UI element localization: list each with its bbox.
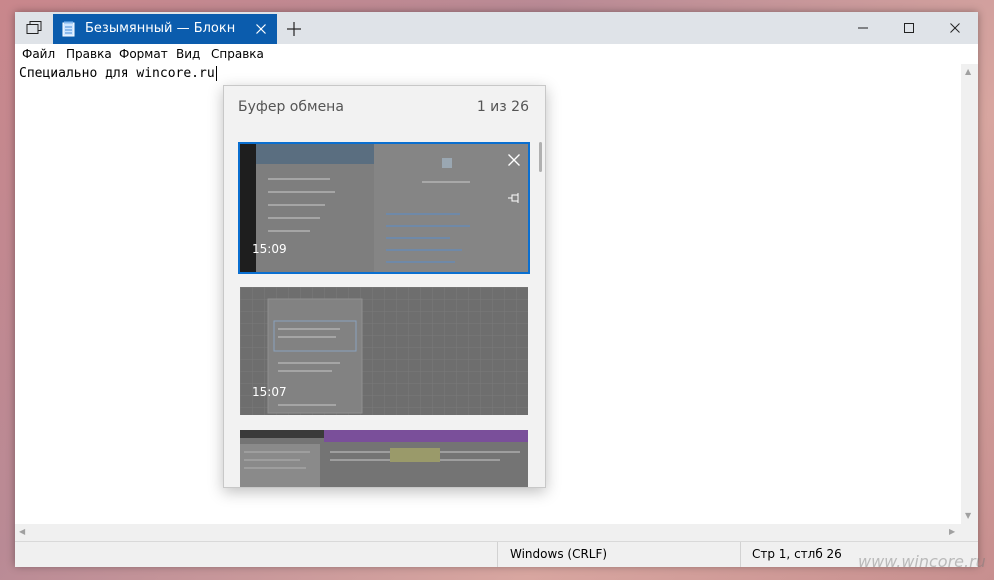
menu-file[interactable]: Файл xyxy=(22,47,55,61)
clipboard-thumbnail xyxy=(240,430,528,487)
editor-text: Специально для wincore.ru xyxy=(19,66,215,81)
clipboard-count: 1 из 26 xyxy=(476,99,529,115)
status-divider xyxy=(497,542,498,567)
scroll-up-icon[interactable]: ▲ xyxy=(965,68,971,76)
vertical-scrollbar[interactable]: ▲ ▼ xyxy=(961,64,978,524)
menu-format[interactable]: Формат xyxy=(119,47,168,61)
close-icon xyxy=(508,154,520,166)
scroll-corner xyxy=(961,524,978,541)
menu-help[interactable]: Справка xyxy=(211,47,264,61)
scroll-left-icon[interactable]: ◀ xyxy=(19,528,25,536)
notepad-icon xyxy=(62,21,76,41)
scroll-right-icon[interactable]: ▶ xyxy=(949,528,955,536)
clipboard-item[interactable]: 15:07 xyxy=(240,287,528,415)
plus-icon xyxy=(287,22,301,36)
menu-edit[interactable]: Правка xyxy=(66,47,112,61)
tab-notepad[interactable]: Безымянный — Блокн xyxy=(53,14,277,44)
text-caret xyxy=(215,66,217,81)
close-icon xyxy=(256,24,266,34)
task-view-icon xyxy=(26,21,42,34)
editor-content: Специально для wincore.ru xyxy=(19,66,217,81)
clipboard-title: Буфер обмена xyxy=(238,99,344,115)
tab-close-button[interactable] xyxy=(253,21,269,37)
maximize-icon xyxy=(904,23,914,33)
clipboard-scrollbar-thumb[interactable] xyxy=(539,142,542,172)
close-icon xyxy=(950,23,960,33)
new-tab-button[interactable] xyxy=(281,16,307,42)
clipboard-item[interactable]: 15:09 xyxy=(238,142,530,274)
maximize-button[interactable] xyxy=(886,12,932,44)
watermark: www.wincore.ru xyxy=(858,552,986,571)
clipboard-item-delete-button[interactable] xyxy=(506,152,522,168)
clipboard-item[interactable] xyxy=(240,430,528,487)
menu-bar: Файл Правка Формат Вид Справка xyxy=(15,44,978,64)
status-divider xyxy=(740,542,741,567)
horizontal-scrollbar[interactable]: ◀ ▶ xyxy=(15,524,961,541)
pin-icon[interactable] xyxy=(508,188,520,207)
clipboard-item-time: 15:09 xyxy=(252,242,287,256)
tab-title: Безымянный — Блокн xyxy=(85,21,236,36)
clipboard-history-panel: Буфер обмена 1 из 26 15:09 15:07 xyxy=(223,85,546,488)
status-encoding: Windows (CRLF) xyxy=(510,547,608,561)
title-bar: Безымянный — Блокн xyxy=(15,12,978,44)
status-position: Стр 1, стлб 26 xyxy=(752,547,842,561)
close-button[interactable] xyxy=(932,12,978,44)
status-bar: Windows (CRLF) Стр 1, стлб 26 xyxy=(15,541,978,567)
task-view-button[interactable] xyxy=(15,12,53,44)
menu-view[interactable]: Вид xyxy=(176,47,200,61)
scroll-down-icon[interactable]: ▼ xyxy=(965,512,971,520)
clipboard-item-time: 15:07 xyxy=(252,385,287,399)
minimize-icon xyxy=(858,27,868,29)
minimize-button[interactable] xyxy=(840,12,886,44)
